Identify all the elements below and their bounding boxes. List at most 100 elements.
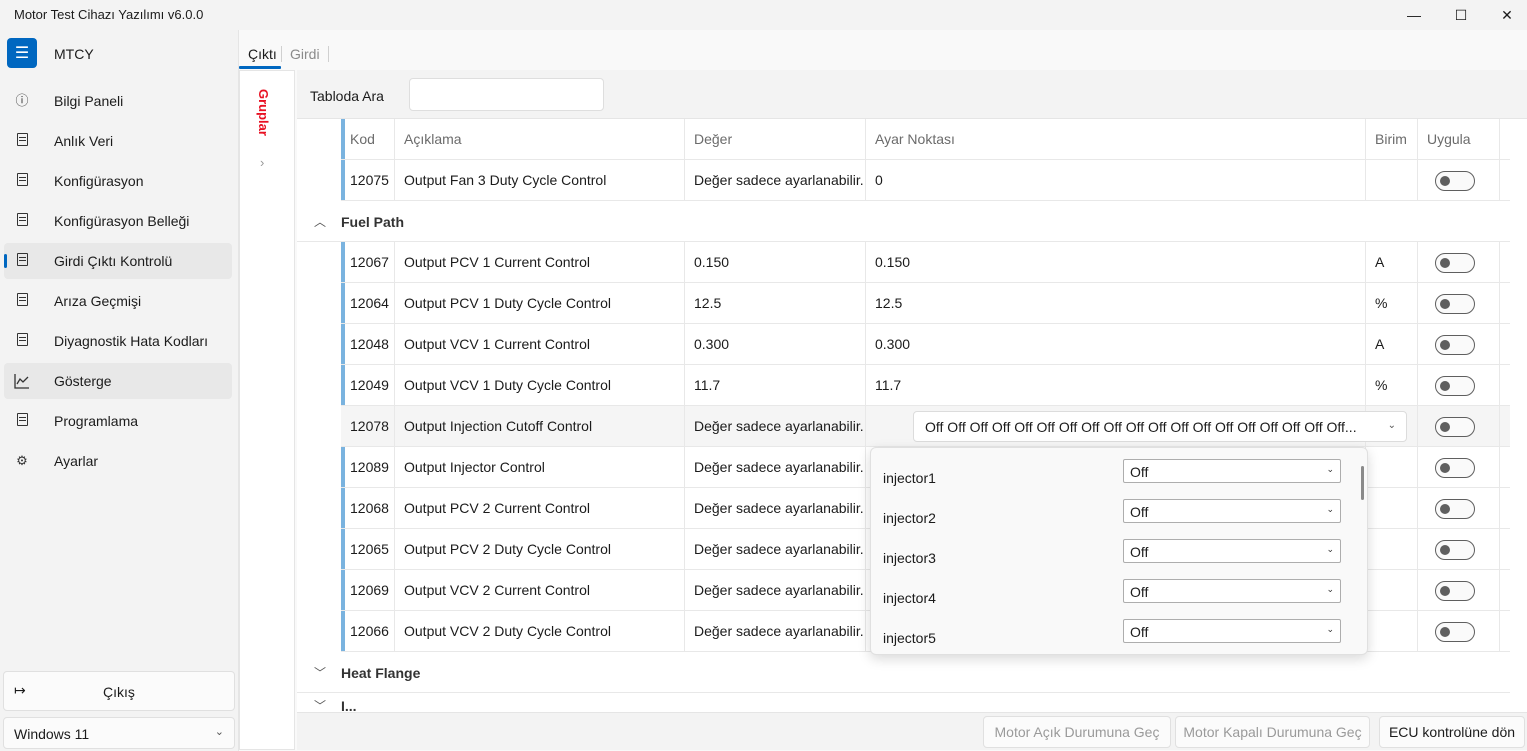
group-header-fuel-path[interactable]: ︿ Fuel Path [297, 201, 1510, 242]
hamburger-menu-button[interactable]: ☰ [7, 38, 37, 68]
cell-setpoint[interactable]: 0 [866, 160, 1366, 201]
chevron-down-icon: ⌄ [1326, 544, 1334, 554]
apply-toggle[interactable] [1435, 622, 1475, 642]
sidebar-item-girdi-cikti-kontrolu[interactable]: Girdi Çıktı Kontrolü [4, 243, 232, 279]
sidebar-item-ariza-gecmisi[interactable]: Arıza Geçmişi [4, 283, 232, 319]
cell-description: Output Injector Control [395, 447, 685, 488]
column-header-description[interactable]: Açıklama [395, 119, 685, 160]
sidebar-item-label: Girdi Çıktı Kontrolü [54, 253, 173, 269]
document-icon [14, 253, 30, 269]
column-header-value[interactable]: Değer [685, 119, 866, 160]
cell-code: 12069 [341, 570, 395, 611]
apply-toggle[interactable] [1435, 171, 1475, 191]
engine-off-button[interactable]: Motor Kapalı Durumuna Geç [1175, 716, 1370, 748]
sidebar-item-label: Ayarlar [54, 453, 99, 469]
apply-toggle[interactable] [1435, 540, 1475, 560]
injector-select[interactable]: Off ⌄ [1123, 539, 1341, 563]
groups-panel[interactable]: Gruplar › [239, 70, 295, 750]
sidebar-item-label: Arıza Geçmişi [54, 293, 142, 309]
cell-description: Output VCV 2 Current Control [395, 570, 685, 611]
data-table: Kod Açıklama Değer Ayar Noktası Birim Uy… [297, 119, 1527, 712]
sidebar-item-konfigurasyon-bellegi[interactable]: Konfigürasyon Belleği [4, 203, 232, 239]
chevron-down-icon: ⌄ [1326, 464, 1334, 474]
column-header-unit[interactable]: Birim [1366, 119, 1418, 160]
cell-value: Değer sadece ayarlanabilir. [685, 488, 866, 529]
apply-toggle[interactable] [1435, 294, 1475, 314]
table-row[interactable]: 12064 Output PCV 1 Duty Cycle Control 12… [341, 283, 1510, 324]
cell-setpoint[interactable]: 0.150 [866, 242, 1366, 283]
sidebar-item-label: Konfigürasyon [54, 173, 144, 189]
tab-cikti[interactable]: Çıktı [248, 46, 277, 62]
tab-girdi[interactable]: Girdi [290, 46, 320, 62]
chevron-down-icon[interactable]: ﹀ [314, 664, 326, 681]
cell-value: Değer sadece ayarlanabilir. [685, 611, 866, 652]
table-row[interactable]: 12049 Output VCV 1 Duty Cycle Control 11… [341, 365, 1510, 406]
sidebar-item-programlama[interactable]: Programlama [4, 403, 232, 439]
sidebar-item-ayarlar[interactable]: ⚙ Ayarlar [4, 443, 232, 479]
apply-toggle[interactable] [1435, 335, 1475, 355]
cell-code: 12089 [341, 447, 395, 488]
engine-on-button[interactable]: Motor Açık Durumuna Geç [983, 716, 1171, 748]
setpoint-combobox[interactable]: Off Off Off Off Off Off Off Off Off Off … [913, 411, 1407, 442]
close-button[interactable]: ✕ [1484, 0, 1527, 30]
sidebar-item-anlik-veri[interactable]: Anlık Veri [4, 123, 232, 159]
app-name: MTCY [54, 46, 94, 62]
sidebar-item-konfigurasyon[interactable]: Konfigürasyon [4, 163, 232, 199]
cell-value: 12.5 [685, 283, 866, 324]
apply-toggle[interactable] [1435, 499, 1475, 519]
content-area: Tabloda Ara Kod Açıklama Değer Ayar Nokt… [297, 70, 1527, 750]
maximize-button[interactable]: ☐ [1438, 0, 1484, 30]
cell-description: Output VCV 1 Current Control [395, 324, 685, 365]
injector-select[interactable]: Off ⌄ [1123, 579, 1341, 603]
sidebar-item-bilgi-paneli[interactable]: ⓘ Bilgi Paneli [4, 83, 232, 119]
chevron-right-icon[interactable]: › [260, 155, 264, 170]
injector-label: injector5 [883, 630, 936, 646]
column-header-apply[interactable]: Uygula [1418, 119, 1500, 160]
popup-row-injector3: injector3 Off ⌄ [871, 538, 1341, 578]
cell-code: 12049 [341, 365, 395, 406]
sidebar-item-label: Gösterge [54, 373, 112, 389]
injector-select[interactable]: Off ⌄ [1123, 499, 1341, 523]
apply-toggle[interactable] [1435, 376, 1475, 396]
popup-row-injector1: injector1 Off ⌄ [871, 458, 1341, 498]
chevron-down-icon: ⌄ [1387, 420, 1396, 431]
column-filler [1500, 488, 1510, 529]
search-bar: Tabloda Ara [297, 70, 1527, 119]
apply-toggle[interactable] [1435, 581, 1475, 601]
cell-setpoint[interactable]: 11.7 [866, 365, 1366, 406]
cell-setpoint[interactable]: 12.5 [866, 283, 1366, 324]
theme-select[interactable]: Windows 11 ⌄ [3, 717, 235, 749]
cell-code: 12067 [341, 242, 395, 283]
injector-select[interactable]: Off ⌄ [1123, 459, 1341, 483]
sidebar-item-label: Diyagnostik Hata Kodları [54, 333, 209, 349]
ecu-return-button[interactable]: ECU kontrolüne dön [1379, 716, 1525, 748]
apply-toggle[interactable] [1435, 253, 1475, 273]
document-icon [14, 293, 30, 309]
theme-value: Windows 11 [14, 726, 90, 742]
search-input[interactable] [409, 78, 604, 111]
injector-select[interactable]: Off ⌄ [1123, 619, 1341, 643]
select-value: Off [1130, 584, 1149, 600]
popup-scrollbar[interactable] [1361, 466, 1364, 500]
apply-toggle[interactable] [1435, 417, 1475, 437]
column-header-code[interactable]: Kod [341, 119, 395, 160]
minimize-button[interactable]: — [1391, 0, 1437, 30]
chevron-down-icon[interactable]: ﹀ [314, 697, 326, 712]
cell-value: Değer sadece ayarlanabilir. [685, 447, 866, 488]
table-row[interactable]: 12048 Output VCV 1 Current Control 0.300… [341, 324, 1510, 365]
cell-setpoint[interactable]: 0.300 [866, 324, 1366, 365]
sidebar-item-diyagnostik-hata-kodlari[interactable]: Diyagnostik Hata Kodları [4, 323, 232, 359]
group-header-partial[interactable]: ﹀ I... [297, 693, 1510, 712]
sidebar-item-label: Anlık Veri [54, 133, 114, 149]
sidebar-item-gosterge[interactable]: Gösterge [4, 363, 232, 399]
exit-label: Çıkış [103, 684, 135, 700]
apply-toggle[interactable] [1435, 458, 1475, 478]
exit-button[interactable]: ↦ Çıkış [3, 671, 235, 711]
table-row[interactable]: 12067 Output PCV 1 Current Control 0.150… [341, 242, 1510, 283]
column-header-setpoint[interactable]: Ayar Noktası [866, 119, 1366, 160]
table-row-selected[interactable]: 12078 Output Injection Cutoff Control De… [341, 406, 1510, 447]
group-header-heat-flange[interactable]: ﹀ Heat Flange [297, 652, 1510, 693]
select-value: Off [1130, 464, 1149, 480]
table-row[interactable]: 12075 Output Fan 3 Duty Cycle Control De… [341, 160, 1510, 201]
chevron-up-icon[interactable]: ︿ [314, 213, 326, 230]
